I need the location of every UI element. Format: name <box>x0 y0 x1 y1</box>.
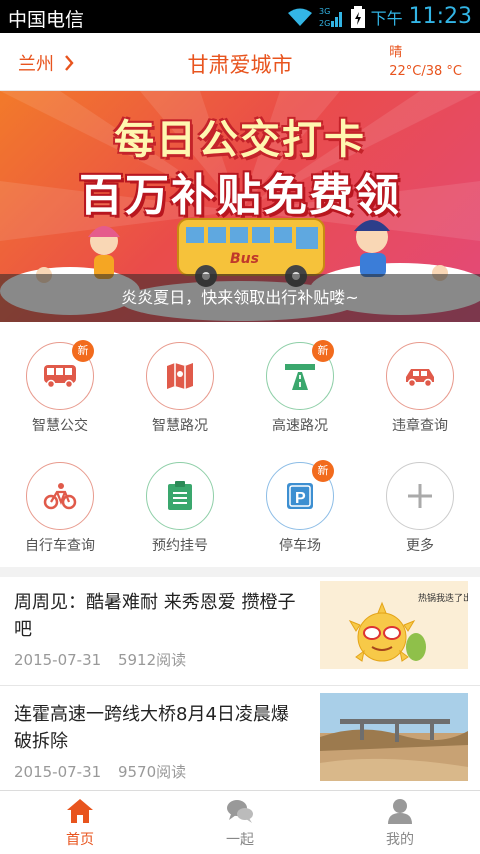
news-date: 2015-07-31 <box>14 651 102 669</box>
news-reads: 9570阅读 <box>117 763 187 781</box>
chat-icon <box>227 800 253 823</box>
news-thumbnail: 热锅我迭了出！ <box>320 581 468 669</box>
wifi-icon <box>287 8 312 26</box>
status-icons: 3G 2G 下午 11:23 <box>287 3 472 30</box>
person-icon <box>388 799 412 824</box>
service-bicycle-query[interactable]: 自行车查询 <box>0 442 120 562</box>
promo-banner[interactable]: Bus 每日公交打卡 百万补贴免费领 炎炎夏日，快来领取出行补贴喽~ <box>0 91 480 322</box>
service-parking[interactable]: P 新 停车场 <box>240 442 360 562</box>
service-icon-circle <box>146 462 214 530</box>
map-icon <box>167 363 193 389</box>
service-label: 预约挂号 <box>152 538 208 554</box>
battery-charging-icon <box>350 5 365 28</box>
news-meta: 2015-07-31 9570阅读 <box>14 761 186 782</box>
car-icon <box>406 369 434 387</box>
service-icon-circle <box>386 462 454 530</box>
news-divider <box>0 685 480 686</box>
nav-label: 首页 <box>66 832 94 848</box>
plus-icon <box>408 484 432 508</box>
signal-icon: 3G 2G <box>319 7 342 28</box>
nav-home[interactable]: 首页 <box>0 791 160 854</box>
service-icon-circle <box>26 462 94 530</box>
news-title: 连霍高速一跨线大桥8月4日凌晨爆破拆除 <box>14 704 289 752</box>
news-reads: 5912阅读 <box>117 651 187 669</box>
service-label: 高速路况 <box>272 418 328 434</box>
news-meta: 2015-07-31 5912阅读 <box>14 649 186 670</box>
bicycle-icon <box>43 483 77 510</box>
service-label: 更多 <box>406 538 434 554</box>
status-bar: 中国电信 3G 2G 下午 11:23 <box>0 0 480 33</box>
service-icon-circle <box>386 342 454 410</box>
banner-headline-2: 百万补贴免费领 <box>79 170 401 221</box>
service-label: 自行车查询 <box>25 538 95 554</box>
svg-text:P: P <box>295 490 306 507</box>
weather-temperature: 22°C/38 °C <box>389 64 462 79</box>
time-ampm: 下午 <box>370 8 403 28</box>
home-icon <box>67 799 93 823</box>
new-badge: 新 <box>312 340 334 362</box>
nav-together[interactable]: 一起 <box>160 791 320 854</box>
network-label-2g: 2G <box>319 19 330 28</box>
service-label: 智慧公交 <box>32 418 88 434</box>
clipboard-icon <box>168 481 192 510</box>
bus-icon <box>44 365 76 389</box>
news-list: 周周见：酷暑难耐 来秀恩爱 攒橙子吧 2015-07-31 5912阅读 热锅我… <box>0 567 480 794</box>
service-label: 违章查询 <box>392 418 448 434</box>
service-smart-bus[interactable]: 新 智慧公交 <box>0 322 120 442</box>
new-badge: 新 <box>72 340 94 362</box>
news-item[interactable]: 连霍高速一跨线大桥8月4日凌晨爆破拆除 2015-07-31 9570阅读 <box>0 689 480 793</box>
news-item[interactable]: 周周见：酷暑难耐 来秀恩爱 攒橙子吧 2015-07-31 5912阅读 热锅我… <box>0 577 480 681</box>
weather-widget[interactable]: 晴 22°C/38 °C <box>389 43 462 81</box>
service-more[interactable]: 更多 <box>360 442 480 562</box>
clock: 11:23 <box>408 4 472 29</box>
banner-headline-1: 每日公交打卡 <box>114 117 366 163</box>
new-badge: 新 <box>312 460 334 482</box>
service-appointment[interactable]: 预约挂号 <box>120 442 240 562</box>
news-title: 周周见：酷暑难耐 来秀恩爱 攒橙子吧 <box>14 592 296 640</box>
weather-condition: 晴 <box>389 45 403 60</box>
bridge-photo-image <box>320 693 468 781</box>
service-smart-traffic[interactable]: 智慧路况 <box>120 322 240 442</box>
service-label: 停车场 <box>279 538 321 554</box>
app-header: 兰州 甘肃爱城市 晴 22°C/38 °C <box>0 33 480 91</box>
network-label-3g: 3G <box>319 7 330 16</box>
news-date: 2015-07-31 <box>14 763 102 781</box>
services-grid: 新 智慧公交 智慧路况 新 高速路况 违章查询 自行车查询 预约挂号 P 新 停… <box>0 322 480 567</box>
service-icon-circle <box>146 342 214 410</box>
service-violation-query[interactable]: 违章查询 <box>360 322 480 442</box>
nav-label: 我的 <box>386 832 414 848</box>
highway-icon <box>285 364 315 390</box>
nav-mine[interactable]: 我的 <box>320 791 480 854</box>
nav-label: 一起 <box>226 832 254 848</box>
sun-cartoon-image: 热锅我迭了出！ <box>320 581 468 669</box>
carrier-name: 中国电信 <box>8 9 85 31</box>
service-highway-traffic[interactable]: 新 高速路况 <box>240 322 360 442</box>
thumb-note: 热锅我迭了出！ <box>418 592 468 604</box>
banner-caption: 炎炎夏日，快来领取出行补贴喽~ <box>0 274 480 322</box>
bus-label: Bus <box>230 251 259 267</box>
parking-icon: P <box>287 483 313 509</box>
service-label: 智慧路况 <box>152 418 208 434</box>
bottom-navigation: 首页 一起 我的 <box>0 790 480 854</box>
news-thumbnail <box>320 693 468 781</box>
